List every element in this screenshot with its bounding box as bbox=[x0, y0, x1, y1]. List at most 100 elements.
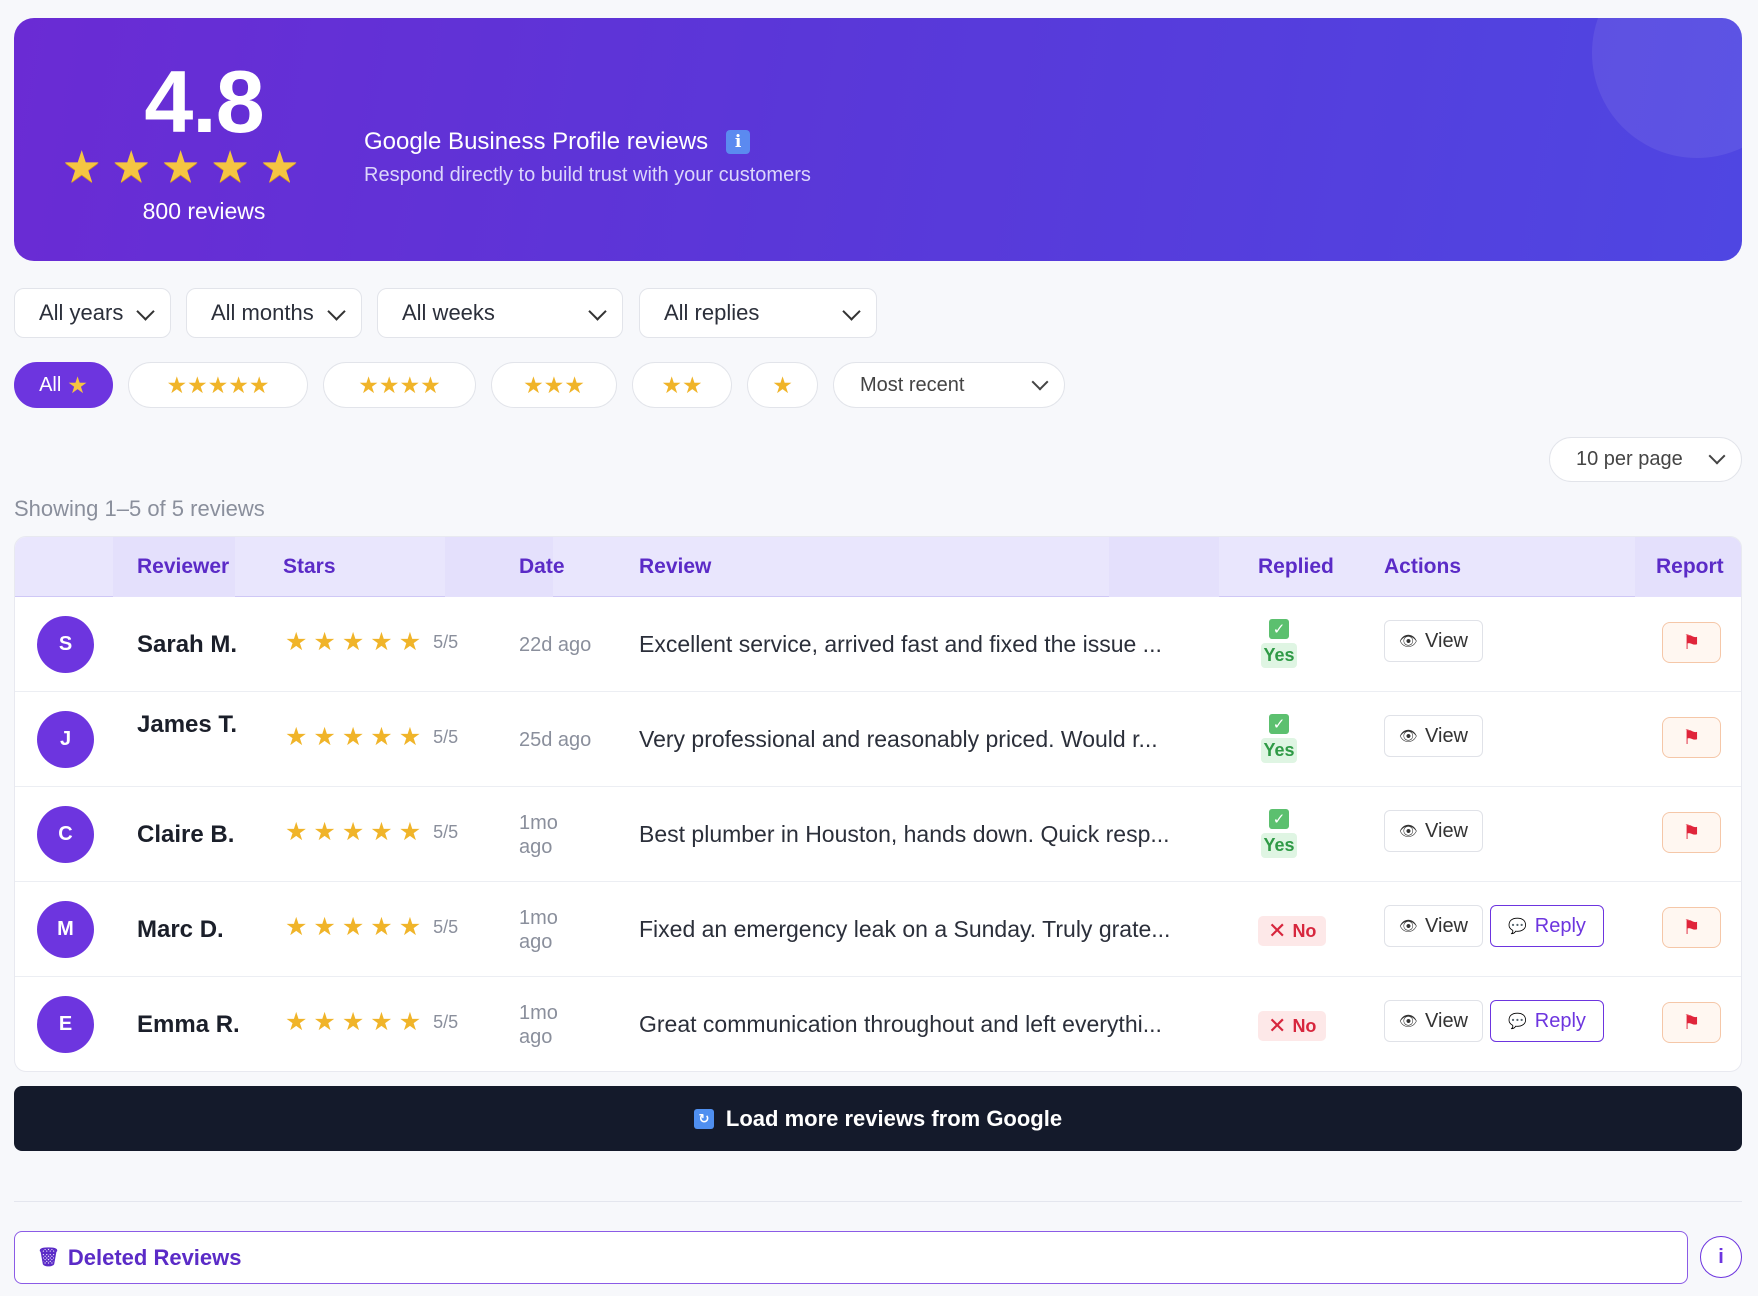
load-more-button[interactable]: ↻ Load more reviews from Google bbox=[14, 1086, 1742, 1151]
view-label: View bbox=[1425, 819, 1469, 842]
cross-icon: ✕ bbox=[1268, 1013, 1287, 1038]
star-icon: ★ bbox=[285, 913, 308, 941]
replied-status: ✓ Yes bbox=[1258, 809, 1300, 858]
review-text: Very professional and reasonably priced.… bbox=[639, 726, 1158, 752]
per-page-select[interactable]: 10 per page bbox=[1549, 437, 1742, 482]
star-icon: ★ bbox=[160, 143, 201, 192]
rating-text: 5/5 bbox=[433, 917, 459, 937]
column-header-report: Report bbox=[1656, 555, 1724, 578]
per-page-value: 10 per page bbox=[1576, 448, 1683, 470]
deleted-reviews-toggle[interactable]: 🗑 Deleted Reviews bbox=[14, 1231, 1688, 1284]
eye-icon: 👁 bbox=[1398, 728, 1419, 745]
chevron-down-icon bbox=[327, 302, 346, 321]
star-filter-3[interactable]: ★★★ bbox=[491, 362, 617, 408]
avatar: M bbox=[37, 901, 94, 958]
chevron-down-icon bbox=[1031, 373, 1049, 391]
star-filter-all-label: All bbox=[39, 373, 62, 396]
table-row[interactable]: M Marc D. ★ ★ ★ ★ ★ 5/5 1mo ago Fixed an eme… bbox=[15, 882, 1741, 977]
check-icon: ✓ bbox=[1269, 714, 1289, 734]
chevron-down-icon bbox=[842, 302, 861, 321]
rating-text: 5/5 bbox=[433, 1012, 459, 1032]
reply-label: Reply bbox=[1534, 1009, 1586, 1032]
chevron-down-icon bbox=[1708, 447, 1726, 465]
view-button[interactable]: 👁 View bbox=[1384, 620, 1483, 662]
reply-button[interactable]: 💬 Reply bbox=[1490, 905, 1604, 947]
star-icon: ★ bbox=[370, 723, 393, 751]
star-icon: ★ bbox=[62, 143, 102, 192]
star-icon: ★ bbox=[285, 1008, 308, 1036]
reviewer-name: Emma R. bbox=[137, 1011, 240, 1038]
replied-label: Yes bbox=[1261, 643, 1297, 668]
reviewer-name: Claire B. bbox=[137, 821, 235, 848]
star-icon: ★★★ bbox=[523, 371, 585, 398]
average-rating: 4.8 bbox=[144, 52, 264, 151]
flag-icon: ⚑ bbox=[1682, 727, 1701, 749]
avatar: C bbox=[37, 806, 94, 863]
star-icon: ★ bbox=[341, 913, 365, 941]
star-filter-5[interactable]: ★★★★★ bbox=[128, 362, 308, 408]
header-cell-bg bbox=[1109, 537, 1219, 597]
star-icon: ★ bbox=[313, 913, 336, 941]
star-icon: ★ bbox=[259, 143, 300, 192]
report-button[interactable]: ⚑ bbox=[1662, 622, 1721, 663]
star-filter-1[interactable]: ★ bbox=[747, 362, 818, 408]
star-icon: ★ bbox=[398, 723, 422, 751]
report-button[interactable]: ⚑ bbox=[1662, 1002, 1721, 1043]
flag-icon: ⚑ bbox=[1682, 632, 1701, 654]
view-button[interactable]: 👁 View bbox=[1384, 1000, 1483, 1042]
review-stars: ★ ★ ★ ★ ★ 5/5 bbox=[285, 630, 458, 655]
reviewer-name: James T. bbox=[137, 711, 238, 738]
star-icon: ★ bbox=[313, 818, 336, 846]
info-icon[interactable]: i bbox=[726, 130, 751, 154]
star-icon: ★★ bbox=[661, 371, 703, 398]
star-icon: ★ bbox=[772, 371, 793, 398]
month-filter-select[interactable]: All months bbox=[186, 288, 362, 338]
banner-title: Google Business Profile reviews i bbox=[364, 128, 751, 156]
star-icon: ★ bbox=[313, 1008, 336, 1036]
star-icon: ★ bbox=[398, 818, 422, 846]
sort-select[interactable]: Most recent bbox=[833, 362, 1065, 408]
review-date: 22d ago bbox=[519, 634, 592, 656]
column-header-stars[interactable]: Stars bbox=[283, 537, 336, 597]
reply-button[interactable]: 💬 Reply bbox=[1490, 1000, 1604, 1042]
view-button[interactable]: 👁 View bbox=[1384, 810, 1483, 852]
view-label: View bbox=[1425, 914, 1469, 937]
table-row[interactable]: E Emma R. ★ ★ ★ ★ ★ 5/5 1mo ago Great commun… bbox=[15, 977, 1741, 1071]
table-row[interactable]: C Claire B. ★ ★ ★ ★ ★ 5/5 1mo ago Best plumb… bbox=[15, 787, 1741, 882]
table-row[interactable]: J James T. ★ ★ ★ ★ ★ 5/5 25d ago Very profes… bbox=[15, 692, 1741, 787]
star-filter-4[interactable]: ★★★★ bbox=[323, 362, 476, 408]
week-filter-value: All weeks bbox=[402, 300, 495, 325]
column-header-replied[interactable]: Replied bbox=[1258, 537, 1334, 597]
replies-filter-select[interactable]: All replies bbox=[639, 288, 877, 338]
review-date: 1mo ago bbox=[519, 907, 558, 953]
report-button[interactable]: ⚑ bbox=[1662, 907, 1721, 948]
view-button[interactable]: 👁 View bbox=[1384, 715, 1483, 757]
column-header-date[interactable]: Date bbox=[519, 537, 565, 597]
table-row[interactable]: S Sarah M. ★ ★ ★ ★ ★ 5/5 22d ago Excellent s… bbox=[15, 597, 1741, 692]
speech-bubble-icon: 💬 bbox=[1508, 918, 1527, 935]
review-date: 25d ago bbox=[519, 729, 592, 751]
view-button[interactable]: 👁 View bbox=[1384, 905, 1483, 947]
info-icon[interactable]: i bbox=[1700, 1236, 1742, 1278]
review-stars: ★ ★ ★ ★ ★ 5/5 bbox=[285, 1010, 458, 1035]
star-icon: ★ bbox=[370, 628, 393, 656]
star-icon: ★ bbox=[285, 818, 308, 846]
column-header-reviewer[interactable]: Reviewer bbox=[137, 537, 229, 597]
year-filter-select[interactable]: All years bbox=[14, 288, 171, 338]
replied-label: No bbox=[1292, 920, 1317, 941]
star-filter-all[interactable]: All ★ bbox=[14, 362, 113, 408]
star-filter-2[interactable]: ★★ bbox=[632, 362, 732, 408]
column-header-review[interactable]: Review bbox=[639, 537, 711, 597]
star-icon: ★ bbox=[341, 1008, 365, 1036]
reviews-table: Reviewer Stars Date Review Replied Actio… bbox=[14, 536, 1742, 1072]
star-icon: ★★★★★ bbox=[166, 371, 270, 398]
view-label: View bbox=[1425, 629, 1469, 652]
star-icon: ★ bbox=[341, 628, 365, 656]
section-divider bbox=[14, 1201, 1742, 1202]
sort-value: Most recent bbox=[860, 373, 965, 396]
report-button[interactable]: ⚑ bbox=[1662, 812, 1721, 853]
star-icon: ★ bbox=[398, 913, 422, 941]
review-stars: ★ ★ ★ ★ ★ 5/5 bbox=[285, 820, 458, 845]
week-filter-select[interactable]: All weeks bbox=[377, 288, 623, 338]
report-button[interactable]: ⚑ bbox=[1662, 717, 1721, 758]
